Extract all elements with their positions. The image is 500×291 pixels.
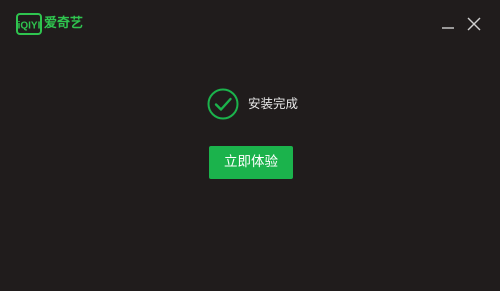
minimize-icon [442, 27, 454, 29]
minimize-button[interactable] [438, 14, 458, 34]
svg-text:iQIYI: iQIYI [18, 21, 41, 32]
iqiyi-logo-icon: iQIYI [16, 13, 42, 35]
app-logo: iQIYI 爱奇艺 [16, 13, 83, 35]
try-now-button[interactable]: 立即体验 [209, 146, 293, 179]
check-circle-icon [207, 88, 239, 120]
close-button[interactable] [464, 14, 484, 34]
install-status: 安装完成 [207, 88, 298, 120]
brand-name: 爱奇艺 [44, 16, 84, 31]
close-icon [467, 17, 481, 31]
install-complete-text: 安装完成 [248, 96, 299, 111]
installer-window: iQIYI 爱奇艺 安装完成 立即体验 [0, 0, 500, 291]
